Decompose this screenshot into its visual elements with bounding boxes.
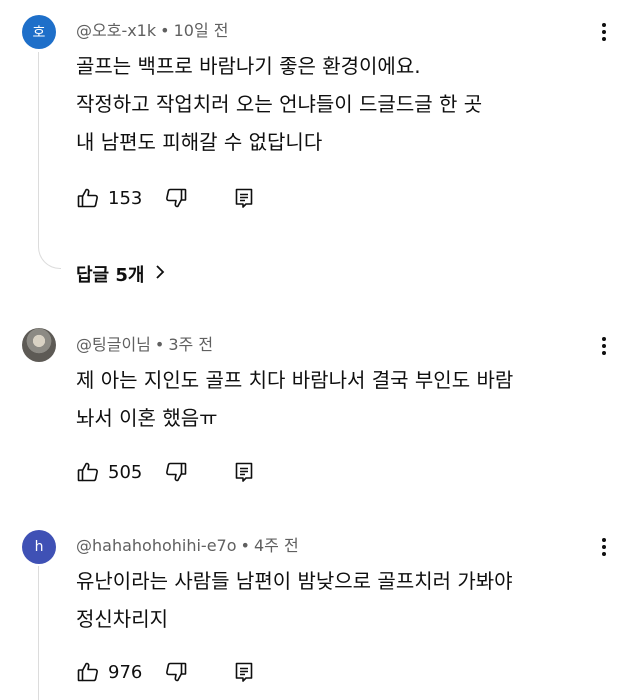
reply-thread-line: [38, 52, 61, 269]
like-button[interactable]: 153: [76, 186, 142, 210]
comment-line: 내 남편도 피해갈 수 없답니다: [76, 130, 323, 154]
comment-line: 놔서 이혼 했음ㅠ: [76, 406, 218, 430]
avatar-letter: 호: [32, 25, 46, 41]
reply-button[interactable]: [232, 460, 256, 484]
comment-line: 골프는 백프로 바람나기 좋은 환경이에요.: [76, 54, 421, 78]
thumb-up-icon: [76, 186, 100, 210]
comment-time[interactable]: 10일 전: [174, 21, 229, 40]
reply-comment-icon: [232, 660, 256, 684]
dislike-button[interactable]: [164, 460, 188, 484]
chevron-right-icon: [144, 264, 166, 285]
dislike-button[interactable]: [164, 186, 188, 210]
comment-line: 유난이라는 사람들 남편이 밤낮으로 골프치러 가봐야: [76, 569, 513, 593]
thumb-down-icon: [164, 660, 188, 684]
more-vertical-icon[interactable]: [592, 532, 616, 562]
meta-separator: •: [240, 536, 250, 555]
comment-text: 골프는 백프로 바람나기 좋은 환경이에요. 작정하고 작업치러 오는 언냐들이…: [76, 47, 596, 161]
comment-text: 제 아는 지인도 골프 치다 바람나서 결국 부인도 바람 놔서 이혼 했음ㅠ: [76, 361, 596, 437]
thumb-up-icon: [76, 660, 100, 684]
comment-actions: 505: [76, 457, 256, 487]
comment-line: 제 아는 지인도 골프 치다 바람나서 결국 부인도 바람: [76, 368, 514, 392]
like-count: 976: [108, 661, 143, 683]
reply-button[interactable]: [232, 186, 256, 210]
like-button[interactable]: 976: [76, 660, 142, 684]
comment-text: 유난이라는 사람들 남편이 밤낮으로 골프치러 가봐야 정신차리지: [76, 562, 596, 638]
reply-comment-icon: [232, 460, 256, 484]
like-count: 153: [108, 187, 143, 209]
comment-meta: @오호-x1k • 10일 전: [76, 17, 228, 41]
avatar[interactable]: h: [22, 530, 56, 564]
avatar[interactable]: [22, 328, 56, 362]
comment-meta: @hahahohohihi-e7o • 4주 전: [76, 532, 299, 556]
comment-line: 작정하고 작업치러 오는 언냐들이 드글드글 한 곳: [76, 92, 483, 116]
thumb-down-icon: [164, 186, 188, 210]
reply-button[interactable]: [232, 660, 256, 684]
comment-actions: 976: [76, 657, 256, 687]
reply-comment-icon: [232, 186, 256, 210]
avatar[interactable]: 호: [22, 15, 56, 49]
more-vertical-icon[interactable]: [592, 331, 616, 361]
thumb-down-icon: [164, 460, 188, 484]
replies-label: 답글 5개: [76, 265, 145, 286]
comment-time[interactable]: 3주 전: [168, 335, 213, 354]
comment-author[interactable]: @hahahohohihi-e7o: [76, 536, 237, 555]
reply-thread-line: [38, 566, 39, 700]
comment-section: 호 @오호-x1k • 10일 전 골프는 백프로 바람나기 좋은 환경이에요. 작…: [0, 0, 637, 700]
comment-line: 정신차리지: [76, 607, 168, 631]
dislike-button[interactable]: [164, 660, 188, 684]
comment-author[interactable]: @오호-x1k: [76, 21, 156, 40]
avatar-letter: h: [34, 539, 44, 555]
comment-author[interactable]: @팅글이님: [76, 335, 151, 354]
like-count: 505: [108, 461, 143, 483]
meta-separator: •: [154, 335, 165, 354]
thumb-up-icon: [76, 460, 100, 484]
comment-time[interactable]: 4주 전: [254, 536, 299, 555]
more-vertical-icon[interactable]: [592, 17, 616, 47]
meta-separator: •: [160, 21, 170, 40]
view-replies-button[interactable]: 답글 5개: [76, 258, 166, 290]
like-button[interactable]: 505: [76, 460, 142, 484]
comment-actions: 153: [76, 183, 256, 213]
comment-meta: @팅글이님 • 3주 전: [76, 331, 213, 355]
